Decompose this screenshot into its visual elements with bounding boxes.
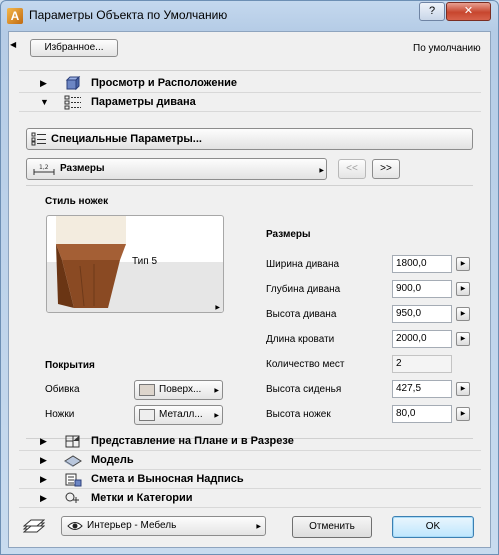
window-title: Параметры Объекта по Умолчанию [29,8,228,22]
material-name: Поверх... [159,384,202,395]
panel-sofa-parameters[interactable]: ▼ Параметры дивана [19,94,481,112]
expand-triangle-icon[interactable]: ▶ [40,494,47,503]
special-parameters-label: Специальные Параметры... [51,133,202,145]
sofa-width-input[interactable]: 1800,0 [392,255,452,273]
special-parameters-button[interactable]: Специальные Параметры... [26,128,473,150]
collapse-arrow-icon[interactable]: ◀ [10,40,16,49]
special-parameters-icon [31,132,46,146]
upholstery-material-button[interactable]: Поверх... ▶ [134,380,223,400]
dimensions-icon: 1,2 [33,164,55,175]
panel-plan-section[interactable]: ▶ Представление на Плане и в Разрезе [19,433,481,451]
covering-label-upholstery: Обивка [45,384,80,395]
param-label-seat-count: Количество мест [266,359,345,370]
eye-icon [67,522,83,530]
separator [19,70,481,71]
svg-text:1,2: 1,2 [39,164,49,171]
next-page-button[interactable]: >> [372,159,400,179]
favorites-button[interactable]: Избранное... [30,39,118,57]
dropdown-arrow-icon: ▶ [256,524,261,530]
material-swatch [139,384,155,396]
leg-height-arrow-button[interactable]: ▶ [456,407,470,421]
parameters-content: Стиль ножек Тип 5 ▶ Покрытия Обивка Пове… [26,185,473,439]
panel-label: Представление на Плане и в Разрезе [91,435,294,447]
dropdown-arrow-icon: ▶ [214,413,219,419]
material-swatch [139,409,155,421]
expand-triangle-icon[interactable]: ▶ [40,79,47,88]
default-settings-label: По умолчанию [413,43,481,54]
leg-style-heading: Стиль ножек [45,196,109,207]
leg-style-preview[interactable]: Тип 5 ▶ [46,215,224,313]
title-bar[interactable]: A Параметры Объекта по Умолчанию ? ✕ [1,1,498,31]
layer-dropdown[interactable]: Интерьер - Мебель ▶ [61,516,266,536]
model-icon [64,455,82,467]
panel-model[interactable]: ▶ Модель [19,452,481,470]
dropdown-arrow-icon: ▶ [214,388,219,394]
sofa-depth-input[interactable]: 900,0 [392,280,452,298]
collapse-triangle-icon[interactable]: ▼ [40,98,49,107]
param-label-sofa-depth: Глубина дивана [266,284,341,295]
dialog-body: ◀ Избранное... По умолчанию ▶ Просмотр и… [8,31,491,548]
bed-length-input[interactable]: 2000,0 [392,330,452,348]
sofa-width-arrow-button[interactable]: ▶ [456,257,470,271]
panel-label: Смета и Выносная Надпись [91,473,244,485]
dimensions-heading: Размеры [266,229,311,240]
previous-page-button[interactable]: << [338,159,366,179]
leg-height-input[interactable]: 80,0 [392,405,452,423]
param-label-leg-height: Высота ножек [266,409,331,420]
panel-view-positioning[interactable]: ▶ Просмотр и Расположение [19,75,481,93]
cancel-button[interactable]: Отменить [292,516,372,538]
ok-button[interactable]: OK [392,516,474,538]
dialog-footer: Интерьер - Мебель ▶ Отменить OK [9,503,490,547]
covering-label-legs: Ножки [45,409,75,420]
close-button[interactable]: ✕ [446,2,491,21]
material-name: Металл... [159,409,203,420]
expand-triangle-icon[interactable]: ▶ [40,437,47,446]
bed-length-arrow-button[interactable]: ▶ [456,332,470,346]
panel-label: Параметры дивана [91,96,196,108]
legs-material-button[interactable]: Металл... ▶ [134,405,223,425]
parameter-page-dropdown[interactable]: 1,2 Размеры ▶ [26,158,327,180]
coverings-heading: Покрытия [45,360,95,371]
param-label-sofa-width: Ширина дивана [266,259,340,270]
seat-height-input[interactable]: 427,5 [392,380,452,398]
help-button[interactable]: ? [419,2,445,21]
parameter-page-label: Размеры [60,163,105,174]
sofa-height-arrow-button[interactable]: ▶ [456,307,470,321]
archicad-app-icon: A [7,8,23,24]
layer-name: Интерьер - Мебель [87,520,177,531]
seat-count-input: 2 [392,355,452,373]
panel-label: Просмотр и Расположение [91,77,237,89]
expand-triangle-icon[interactable]: ▶ [40,456,47,465]
dialog-window: A Параметры Объекта по Умолчанию ? ✕ ◀ И… [0,0,499,555]
panel-label: Модель [91,454,134,466]
leg-type-label: Тип 5 [132,256,158,267]
box-3d-icon [65,76,81,91]
parameters-list-icon [64,95,81,110]
layers-icon [23,519,45,533]
expand-triangle-icon[interactable]: ▶ [40,475,47,484]
seat-height-arrow-button[interactable]: ▶ [456,382,470,396]
param-label-bed-length: Длина кровати [266,334,335,345]
sofa-leg-image [56,216,126,308]
sofa-depth-arrow-button[interactable]: ▶ [456,282,470,296]
dropdown-arrow-icon: ▶ [319,168,324,174]
param-label-sofa-height: Высота дивана [266,309,337,320]
sofa-height-input[interactable]: 950,0 [392,305,452,323]
listing-label-icon [65,473,82,487]
panel-listing-label[interactable]: ▶ Смета и Выносная Надпись [19,471,481,489]
preview-arrow-icon: ▶ [215,305,220,311]
plan-section-icon [65,435,80,448]
param-label-seat-height: Высота сиденья [266,384,342,395]
